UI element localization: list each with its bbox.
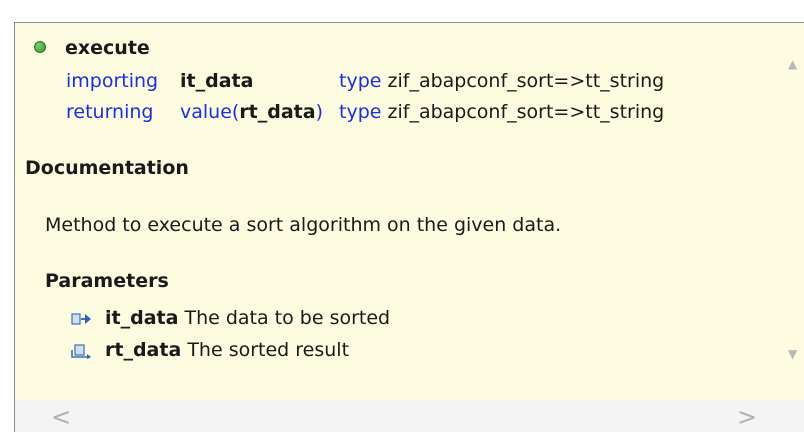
returning-parameter-icon xyxy=(71,344,91,359)
signature-importing-row: importing xyxy=(66,69,158,93)
method-name: execute xyxy=(65,37,150,59)
popup-content: execute importing it_data type zif_abapc… xyxy=(15,23,786,400)
returning-param-name: rt_data xyxy=(239,101,316,123)
vertical-scrollbar[interactable]: ▲ ▼ xyxy=(786,23,804,400)
element-info-popup: execute importing it_data type zif_abapc… xyxy=(14,22,804,432)
returning-value: value(rt_data) xyxy=(180,100,323,124)
importing-type: type zif_abapconf_sort=>tt_string xyxy=(339,69,664,93)
type-keyword: type xyxy=(339,101,382,123)
scroll-up-icon[interactable]: ▲ xyxy=(788,57,797,71)
importing-parameter-icon xyxy=(71,313,91,325)
parameter-name: rt_data xyxy=(105,339,182,361)
importing-param-name: it_data xyxy=(180,70,254,92)
public-method-icon xyxy=(34,41,46,53)
documentation-title: Documentation xyxy=(25,157,189,179)
parameter-name: it_data xyxy=(105,307,179,329)
parameter-text: The data to be sorted xyxy=(184,307,391,329)
parameter-item-rt-data: rt_data The sorted result xyxy=(105,339,349,361)
parameters-title: Parameters xyxy=(45,270,169,292)
signature-returning-row: returning xyxy=(66,100,153,124)
scroll-right-icon[interactable]: > xyxy=(737,403,757,431)
type-keyword: type xyxy=(339,70,382,92)
returning-keyword: returning xyxy=(66,101,154,123)
horizontal-scrollbar[interactable]: < > xyxy=(15,400,804,432)
importing-keyword: importing xyxy=(66,70,159,92)
returning-type: type zif_abapconf_sort=>tt_string xyxy=(339,100,664,124)
method-description: Method to execute a sort algorithm on th… xyxy=(45,214,562,236)
type-name: zif_abapconf_sort=>tt_string xyxy=(387,70,665,92)
value-keyword: value( xyxy=(180,101,240,123)
parameter-item-it-data: it_data The data to be sorted xyxy=(105,307,390,329)
parameter-text: The sorted result xyxy=(187,339,350,361)
scroll-down-icon[interactable]: ▼ xyxy=(788,347,797,361)
scroll-left-icon[interactable]: < xyxy=(51,403,71,431)
type-name: zif_abapconf_sort=>tt_string xyxy=(387,101,665,123)
value-close: ) xyxy=(315,101,324,123)
